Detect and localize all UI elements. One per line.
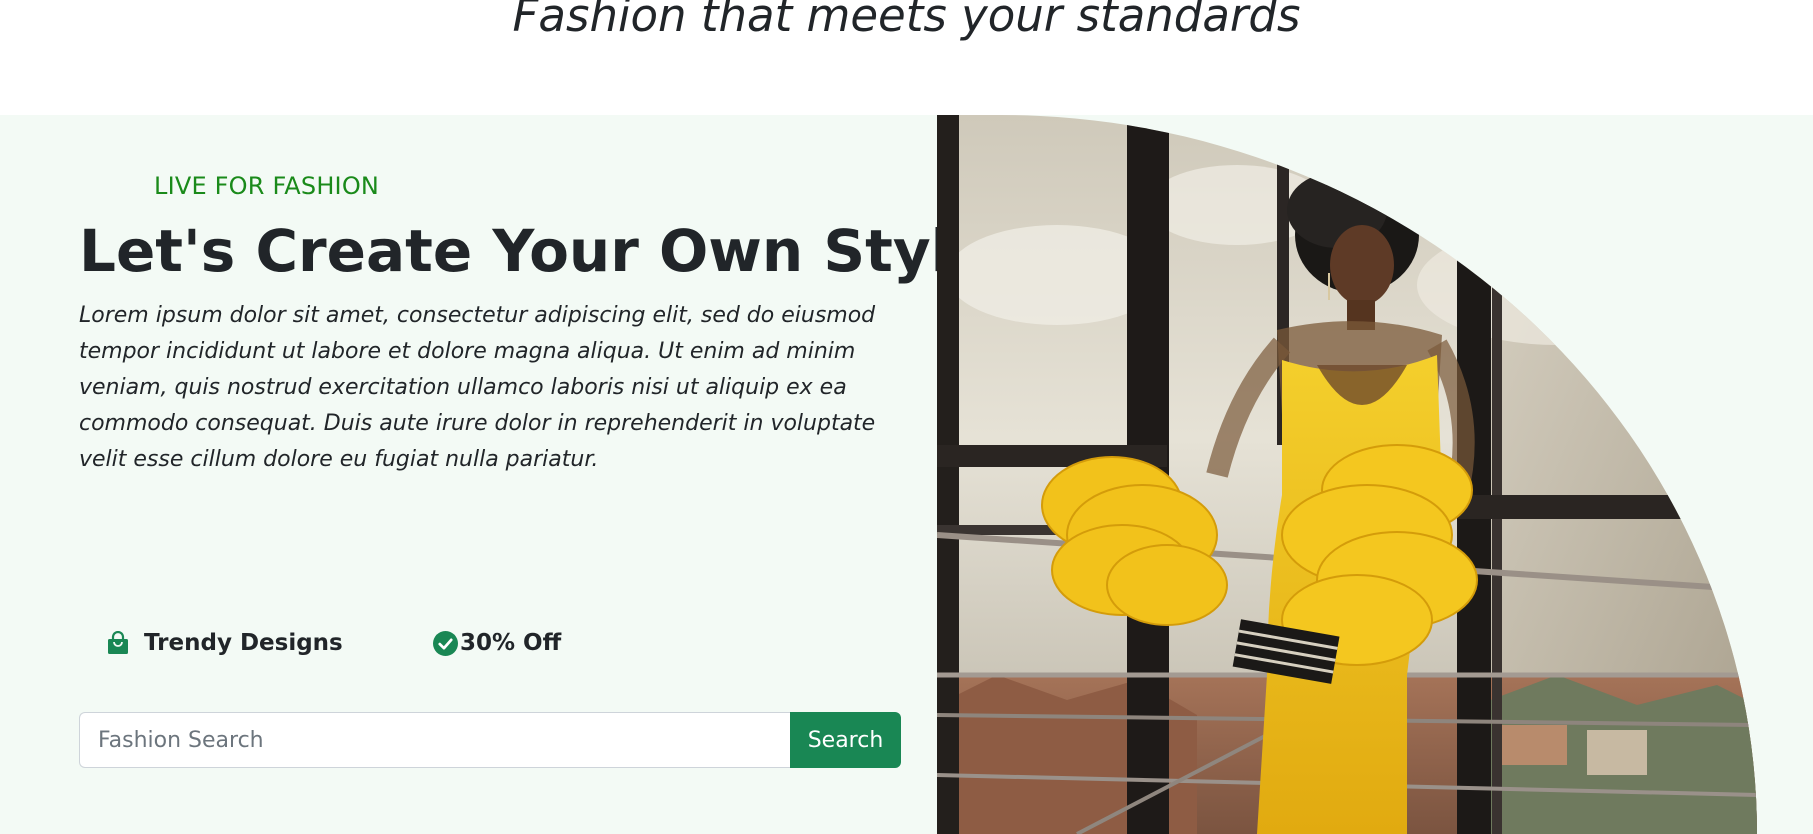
search-form: Search bbox=[79, 712, 901, 768]
section-heading-area: Fashion that meets your standards bbox=[0, 0, 1813, 115]
hero-eyebrow: LIVE FOR FASHION bbox=[154, 172, 380, 200]
search-input[interactable] bbox=[79, 712, 790, 768]
hero-description: Lorem ipsum dolor sit amet, consectetur … bbox=[79, 303, 876, 472]
section-heading: Fashion that meets your standards bbox=[512, 0, 1301, 42]
feature-trendy-designs: Trendy Designs bbox=[106, 630, 343, 656]
feature-label: 30% Off bbox=[460, 630, 562, 656]
feature-discount: 30% Off bbox=[433, 630, 561, 656]
search-button[interactable]: Search bbox=[790, 712, 901, 768]
check-circle-icon bbox=[433, 630, 458, 656]
hero-title: Let's Create Your Own Style bbox=[79, 217, 990, 285]
shopping-bag-icon bbox=[106, 631, 130, 655]
feature-label: Trendy Designs bbox=[144, 630, 343, 656]
page: Fashion that meets your standards LIVE F… bbox=[0, 0, 1813, 834]
